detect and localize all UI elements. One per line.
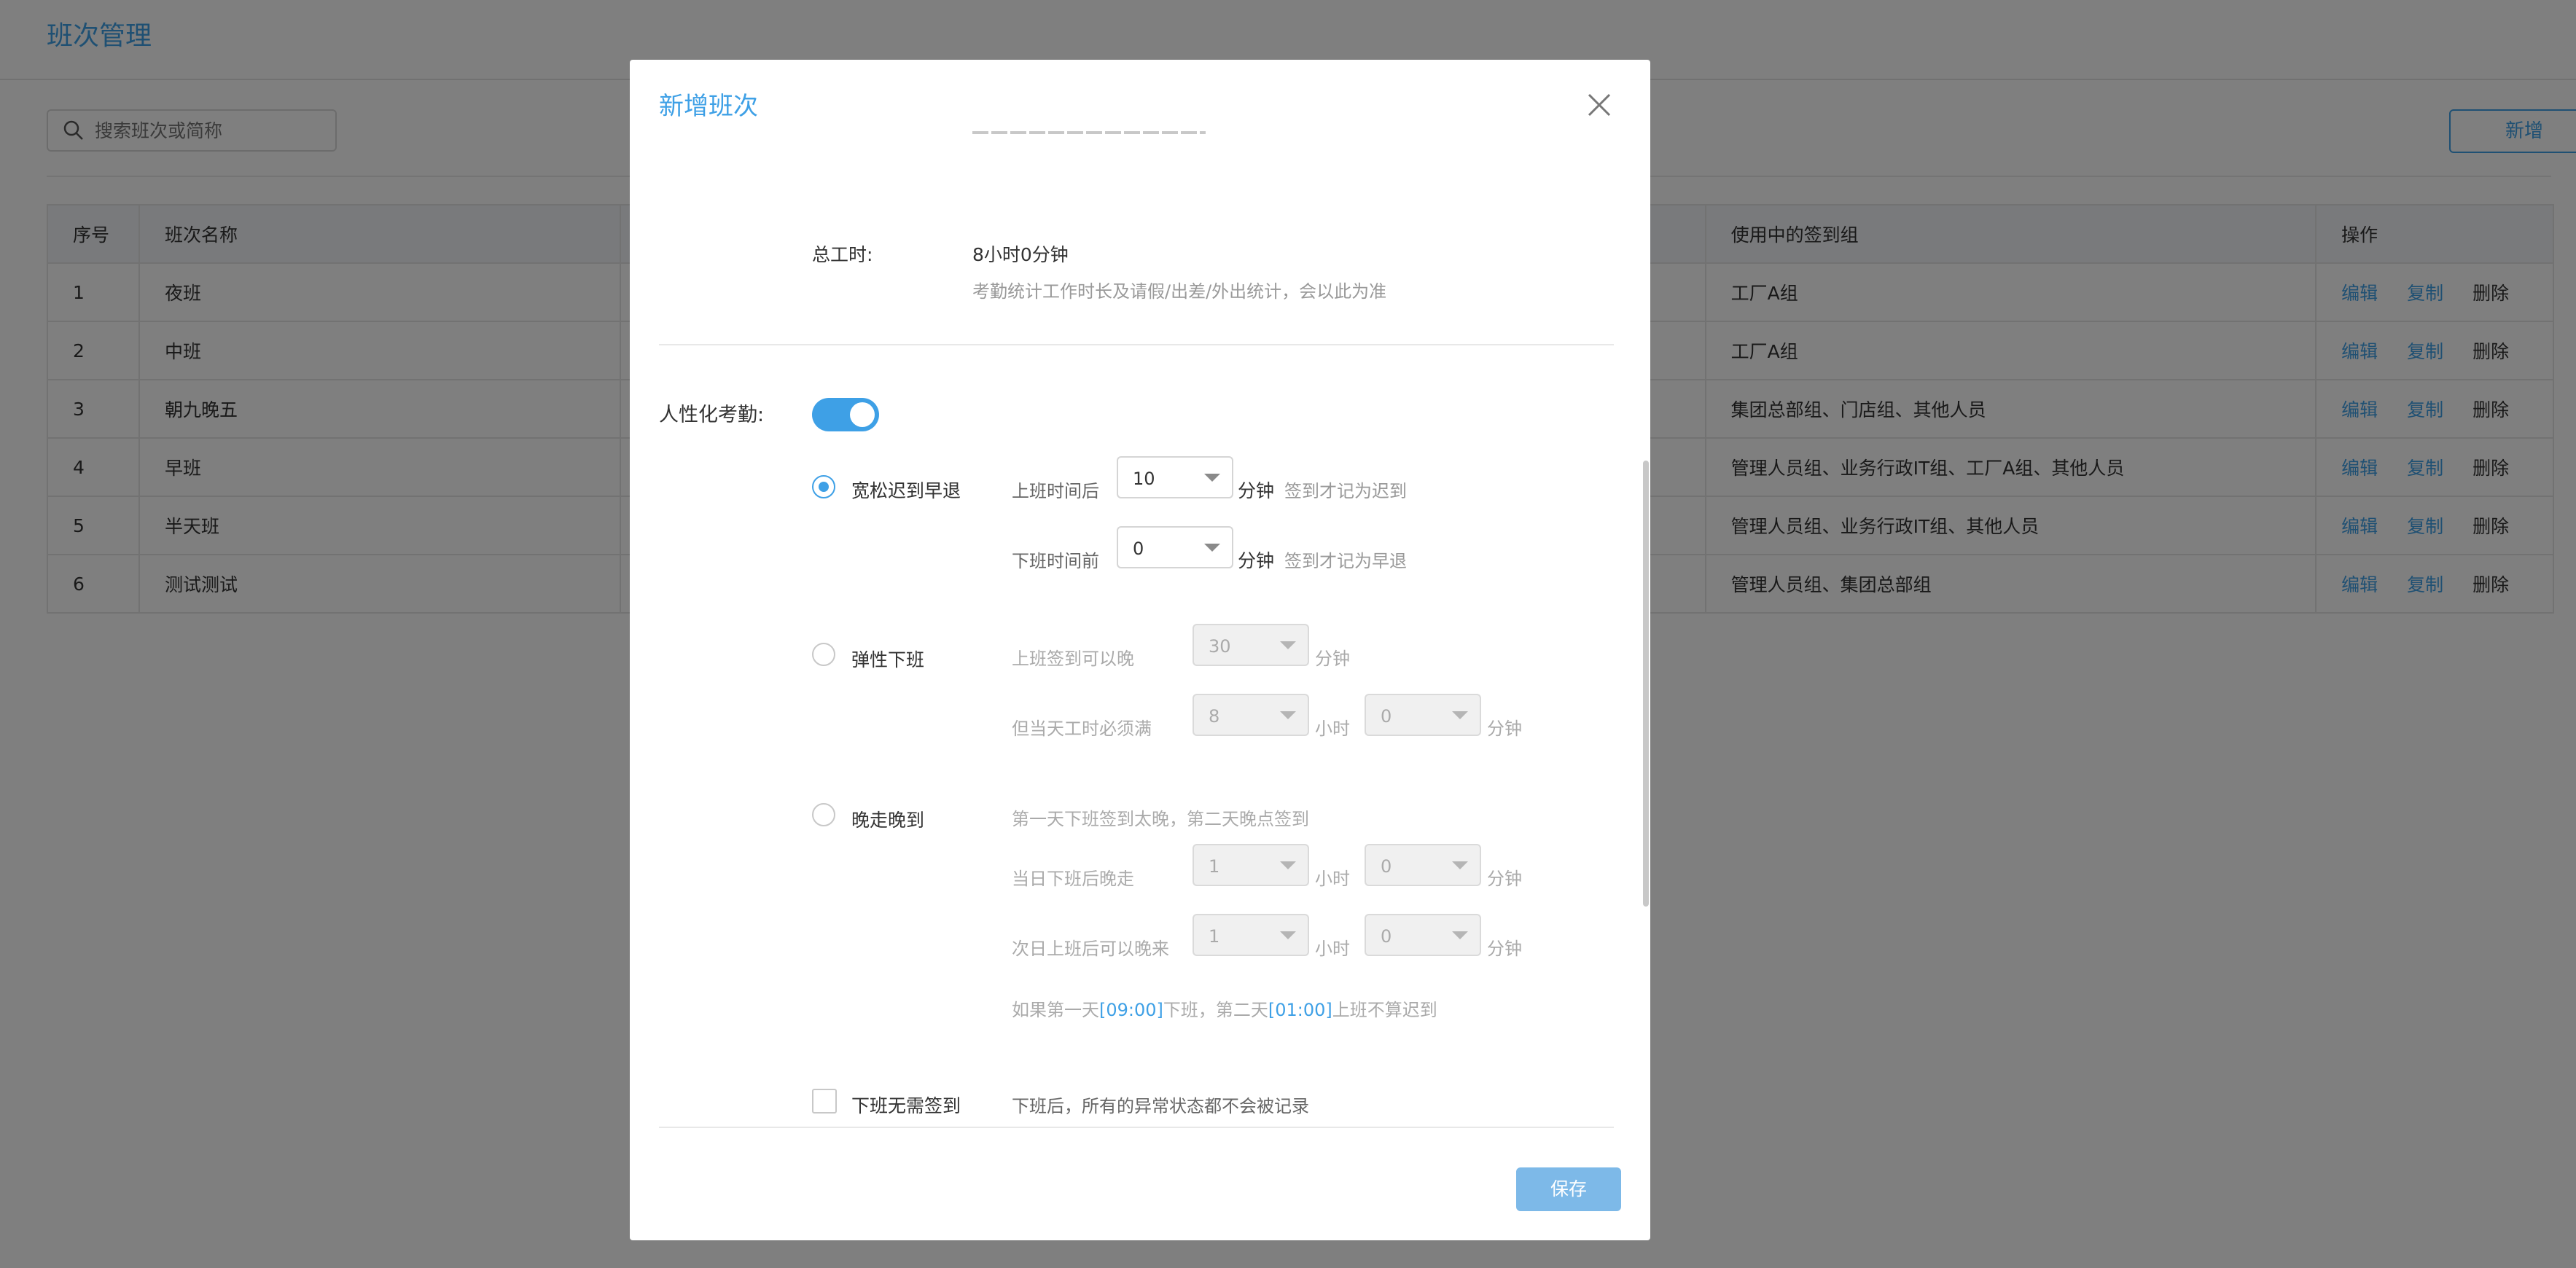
leave-minutes-select[interactable]: 0 (1365, 844, 1481, 886)
flex-late-select[interactable]: 30 (1193, 624, 1309, 666)
late-leave-label: 晚走晚到 (851, 810, 925, 831)
chevron-down-icon (1280, 711, 1296, 719)
late-minutes-select[interactable]: 10 (1117, 456, 1233, 498)
leave-hours-select[interactable]: 1 (1193, 844, 1309, 886)
select-value: 0 (1381, 926, 1392, 947)
minute-unit: 分钟 (1487, 869, 1522, 889)
minute-unit: 分钟 (1315, 649, 1350, 669)
select-value: 1 (1209, 926, 1220, 947)
flexible-label: 弹性下班 (851, 649, 925, 670)
chevron-down-icon (1280, 641, 1296, 649)
select-value: 30 (1209, 636, 1231, 657)
select-value: 0 (1133, 539, 1144, 559)
after-start-label: 上班时间后 (1012, 481, 1099, 501)
scrollbar-thumb[interactable] (1643, 461, 1649, 907)
flex-minutes-select[interactable]: 0 (1365, 694, 1481, 736)
dialog-title: 新增班次 (659, 92, 758, 121)
lenient-radio[interactable] (812, 475, 835, 498)
select-value: 10 (1133, 469, 1155, 489)
chevron-down-icon (1280, 861, 1296, 869)
close-icon[interactable] (1585, 90, 1614, 120)
footer-divider (659, 1127, 1614, 1128)
flex-hours-select[interactable]: 8 (1193, 694, 1309, 736)
arrive-hours-select[interactable]: 1 (1193, 914, 1309, 956)
total-hours-note: 考勤统计工作时长及请假/出差/外出统计，会以此为准 (972, 281, 1387, 302)
before-end-label: 下班时间前 (1012, 551, 1099, 571)
lenient-label: 宽松迟到早退 (851, 480, 961, 501)
example-time-1: [09:00] (1099, 1000, 1163, 1020)
dialog-body[interactable]: 总工时: 8小时0分钟 考勤统计工作时长及请假/出差/外出统计，会以此为准 人性… (630, 131, 1650, 1137)
chevron-down-icon (1452, 861, 1468, 869)
chevron-down-icon (1452, 711, 1468, 719)
clipped-text-remnant (972, 131, 1206, 134)
chevron-down-icon (1204, 474, 1220, 482)
select-value: 0 (1381, 856, 1392, 877)
example-prefix: 如果第一天 (1012, 1000, 1099, 1020)
late-leave-desc: 第一天下班签到太晚，第二天晚点签到 (1012, 809, 1309, 829)
humanized-label: 人性化考勤: (659, 404, 765, 426)
arrive-minutes-select[interactable]: 0 (1365, 914, 1481, 956)
flexible-radio[interactable] (812, 643, 835, 666)
section-divider (659, 344, 1614, 345)
late-leave-radio[interactable] (812, 803, 835, 826)
total-hours-label: 总工时: (812, 244, 873, 265)
select-value: 0 (1381, 706, 1392, 727)
hour-unit: 小时 (1315, 869, 1350, 889)
no-checkout-desc: 下班后，所有的异常状态都不会被记录 (1012, 1096, 1309, 1116)
minute-unit: 分钟 (1238, 550, 1275, 571)
select-value: 8 (1209, 706, 1220, 727)
early-rule-text: 签到才记为早退 (1284, 551, 1407, 571)
no-checkout-checkbox[interactable] (812, 1089, 837, 1114)
flex-late-label: 上班签到可以晚 (1012, 649, 1134, 669)
minute-unit: 分钟 (1487, 939, 1522, 959)
select-value: 1 (1209, 856, 1220, 877)
late-leave-example: 如果第一天[09:00]下班，第二天[01:00]上班不算迟到 (1012, 995, 1437, 1021)
hour-unit: 小时 (1315, 939, 1350, 959)
example-time-2: [01:00] (1268, 1000, 1332, 1020)
chevron-down-icon (1280, 931, 1296, 939)
flex-must-label: 但当天工时必须满 (1012, 719, 1152, 739)
leave-late-label: 当日下班后晚走 (1012, 869, 1134, 889)
early-minutes-select[interactable]: 0 (1117, 526, 1233, 568)
chevron-down-icon (1452, 931, 1468, 939)
example-mid: 下班，第二天 (1163, 1000, 1268, 1020)
toggle-knob (850, 402, 875, 427)
example-suffix: 上班不算迟到 (1332, 1000, 1437, 1020)
total-hours-value: 8小时0分钟 (972, 244, 1069, 265)
hour-unit: 小时 (1315, 719, 1350, 739)
minute-unit: 分钟 (1487, 719, 1522, 739)
save-button[interactable]: 保存 (1516, 1167, 1621, 1211)
chevron-down-icon (1204, 544, 1220, 552)
no-checkout-label: 下班无需签到 (851, 1095, 961, 1116)
arrive-late-label: 次日上班后可以晚来 (1012, 939, 1169, 959)
new-shift-dialog: 新增班次 总工时: 8小时0分钟 考勤统计工作时长及请假/出差/外出统计，会以此… (630, 60, 1650, 1240)
humanized-toggle[interactable] (812, 398, 879, 431)
late-rule-text: 签到才记为迟到 (1284, 481, 1407, 501)
minute-unit: 分钟 (1238, 480, 1275, 501)
